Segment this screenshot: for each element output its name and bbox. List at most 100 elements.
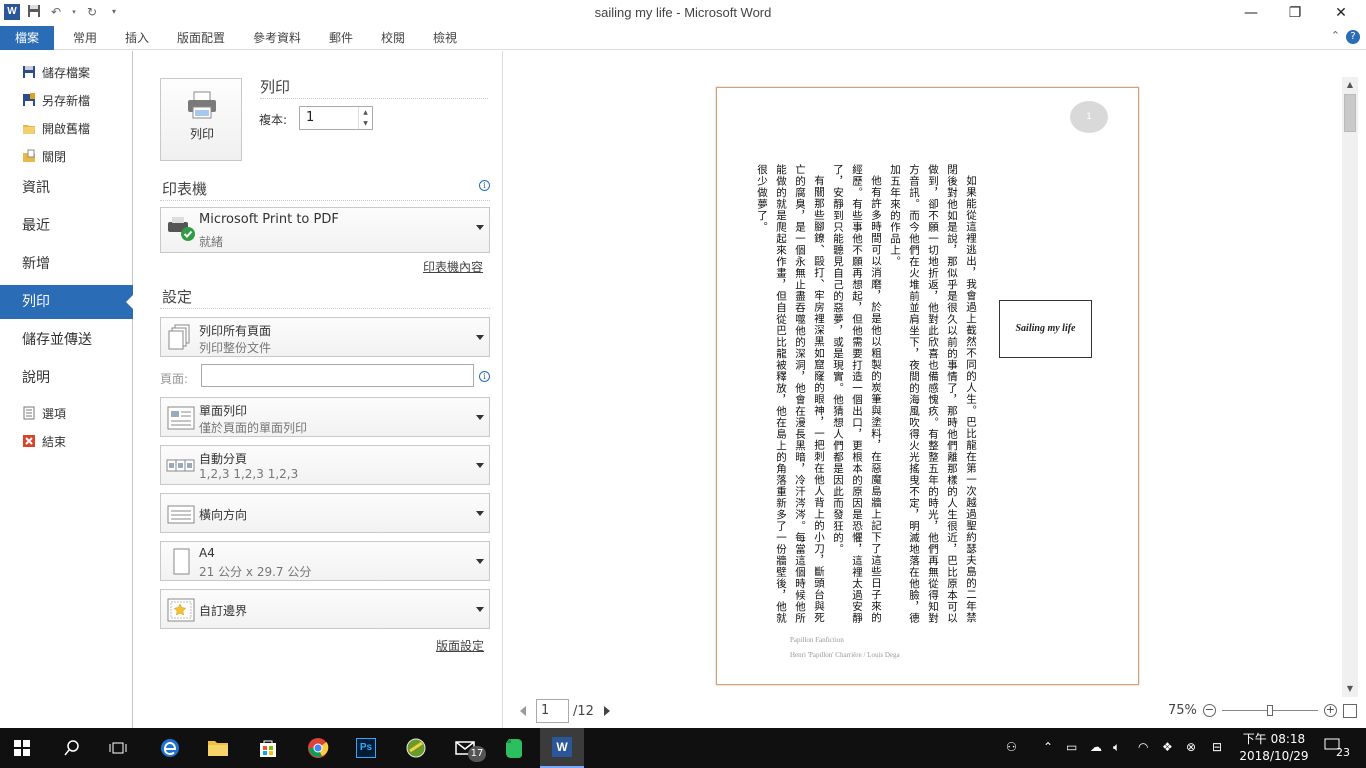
minimize-button[interactable]: — <box>1228 0 1274 26</box>
chrome-icon[interactable] <box>296 728 340 768</box>
one-sided-icon <box>167 406 195 430</box>
nav-save-and-send[interactable]: 儲存並傳送 <box>0 323 133 357</box>
mail-icon[interactable]: 17 <box>444 728 488 768</box>
title-text-box: Sailing my life <box>999 300 1092 358</box>
task-view-icon[interactable] <box>96 728 140 768</box>
print-range-dropdown[interactable]: 列印所有頁面 列印整份文件 <box>160 317 490 357</box>
restore-button[interactable]: ❐ <box>1272 0 1318 26</box>
nav-options[interactable]: 選項 <box>22 403 66 423</box>
edge-icon[interactable] <box>148 728 192 768</box>
save-icon <box>23 66 35 78</box>
chevron-down-icon <box>476 335 484 340</box>
paper-size-dropdown[interactable]: A4 21 公分 x 29.7 公分 <box>160 541 490 581</box>
wifi-icon[interactable]: ◠ <box>1138 740 1148 754</box>
tab-file[interactable]: 檔案 <box>0 26 54 50</box>
nav-close[interactable]: 關閉 <box>22 146 66 166</box>
show-hidden-icons-icon[interactable]: ⌃ <box>1043 740 1053 754</box>
nav-save-as[interactable]: 另存新檔 <box>22 90 90 110</box>
zoom-slider-thumb[interactable] <box>1266 705 1273 716</box>
evernote-icon[interactable] <box>492 728 536 768</box>
word-icon[interactable]: W <box>540 728 584 768</box>
print-range-title: 列印所有頁面 <box>199 324 272 338</box>
print-button[interactable]: 列印 <box>160 78 242 161</box>
paper-size-icon <box>173 548 190 575</box>
game-icon[interactable] <box>394 728 438 768</box>
paper-size-desc: 21 公分 x 29.7 公分 <box>199 565 312 579</box>
tab-home[interactable]: 常用 <box>62 26 108 50</box>
onedrive-icon[interactable]: ☁ <box>1090 740 1102 754</box>
collapse-ribbon-icon[interactable]: ⌃ <box>1331 29 1340 42</box>
battery-icon[interactable]: ▭ <box>1066 740 1077 754</box>
file-explorer-icon[interactable] <box>196 728 240 768</box>
print-button-label: 列印 <box>189 127 214 141</box>
nav-print[interactable]: 列印 <box>0 285 134 319</box>
zoom-slider[interactable] <box>1221 704 1318 717</box>
tab-mailings[interactable]: 郵件 <box>320 26 362 50</box>
page-setup-link[interactable]: 版面設定 <box>436 637 484 654</box>
zoom-control: 75% − + <box>1168 703 1357 718</box>
page-input[interactable]: 1 <box>536 699 569 723</box>
preview-scrollbar[interactable]: ▲ ▼ <box>1342 77 1358 697</box>
nav-help[interactable]: 說明 <box>0 361 133 395</box>
next-page-icon[interactable] <box>603 706 610 716</box>
margins-title: 自訂邊界 <box>199 604 248 618</box>
dropbox-icon[interactable]: ❖ <box>1162 740 1173 754</box>
nav-exit-label: 結束 <box>42 434 67 449</box>
nav-new[interactable]: 新增 <box>0 247 133 281</box>
keyboard-ime-icon[interactable]: ⊟ <box>1212 740 1222 754</box>
clock-time: 下午 08:18 <box>1242 732 1306 746</box>
tab-references[interactable]: 參考資料 <box>244 26 310 50</box>
tab-insert[interactable]: 插入 <box>116 26 158 50</box>
sides-dropdown[interactable]: 單面列印 僅於頁面的單面列印 <box>160 397 490 437</box>
notification-count: 23 <box>1336 746 1350 759</box>
photoshop-icon[interactable]: Ps <box>344 728 388 768</box>
scroll-up-icon[interactable]: ▲ <box>1342 77 1358 93</box>
volume-icon[interactable]: 🔈︎ <box>1113 740 1120 755</box>
nav-info[interactable]: 資訊 <box>0 171 133 205</box>
printer-info-icon[interactable]: i <box>479 180 490 191</box>
printer-properties-link[interactable]: 印表機內容 <box>423 258 483 275</box>
chevron-down-icon <box>476 463 484 468</box>
pages-info-icon[interactable]: i <box>479 371 490 382</box>
printer-dropdown[interactable]: Microsoft Print to PDF 就緒 <box>160 207 490 253</box>
margins-dropdown[interactable]: 自訂邊界 <box>160 589 490 629</box>
scroll-down-icon[interactable]: ▼ <box>1342 681 1358 697</box>
pages-input[interactable] <box>201 364 474 387</box>
zoom-in-button[interactable]: + <box>1323 704 1337 717</box>
nav-close-label: 關閉 <box>42 149 67 164</box>
store-icon[interactable] <box>246 728 290 768</box>
people-icon[interactable]: ⚇ <box>1006 740 1017 754</box>
search-icon[interactable] <box>50 728 94 768</box>
close-button[interactable]: ✕ <box>1318 0 1364 26</box>
tab-review[interactable]: 校閱 <box>372 26 414 50</box>
collation-desc: 1,2,3 1,2,3 1,2,3 <box>199 467 299 481</box>
copies-spin-buttons[interactable]: ▲ ▼ <box>358 107 372 129</box>
tab-view[interactable]: 檢視 <box>424 26 466 50</box>
custom-margins-icon <box>167 598 195 622</box>
collation-title: 自動分頁 <box>199 452 248 466</box>
paragraph: 有關那些腳鐐、毆打、牢房裡深黑如窟窿的眼神，一把刺在他人背上的小刀，斷頭台與死亡… <box>756 164 825 624</box>
action-center-icon[interactable]: 23 <box>1324 738 1350 760</box>
system-clock[interactable]: 下午 08:18 2018/10/29 <box>1238 731 1310 765</box>
help-icon[interactable]: ? <box>1346 30 1360 44</box>
orientation-dropdown[interactable]: 橫向方向 <box>160 493 490 533</box>
nav-recent[interactable]: 最近 <box>0 209 133 243</box>
zoom-out-button[interactable]: − <box>1202 704 1216 717</box>
zoom-level: 75% <box>1168 703 1197 718</box>
title-bar: W ↶ ▾ ↻ ▾ sailing my life - Microsoft Wo… <box>0 0 1366 26</box>
zoom-to-page-icon[interactable] <box>1342 703 1357 718</box>
collation-dropdown[interactable]: 自動分頁 1,2,3 1,2,3 1,2,3 <box>160 445 490 485</box>
nav-exit[interactable]: 結束 <box>22 431 66 451</box>
nav-save[interactable]: 儲存檔案 <box>22 62 90 82</box>
close-app-icon[interactable]: ⊗ <box>1186 740 1196 754</box>
scroll-thumb[interactable] <box>1344 94 1356 132</box>
collated-icon <box>166 459 195 472</box>
pages-label: 頁面: <box>160 372 189 386</box>
previous-page-icon[interactable] <box>520 706 526 716</box>
printer-section-title: 印表機 <box>162 180 208 198</box>
nav-open[interactable]: 開啟舊檔 <box>22 118 90 138</box>
chevron-down-icon <box>476 607 484 612</box>
start-icon[interactable] <box>0 728 44 768</box>
copies-stepper[interactable]: 1 ▲ ▼ <box>299 106 373 130</box>
tab-layout[interactable]: 版面配置 <box>168 26 234 50</box>
